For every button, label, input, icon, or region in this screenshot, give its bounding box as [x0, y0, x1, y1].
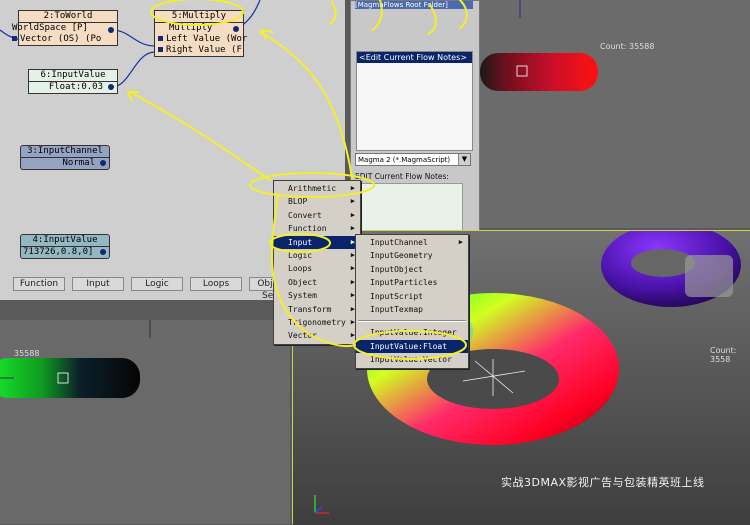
root-folder-item[interactable]: [MagmaFlows Root Folder] [355, 1, 473, 9]
menu-item-object[interactable]: Object ▶ [274, 276, 360, 289]
menu-item-label: InputChannel [370, 238, 428, 247]
viewport-left[interactable]: 35588 [0, 320, 290, 524]
notes-label: EDIT Current Flow Notes: [355, 172, 449, 181]
node-context-menu: Arithmetic ▶ BLOP ▶ Convert ▶ Function ▶ Inp… [273, 180, 361, 345]
menu-item-label: BLOP [288, 197, 308, 207]
submenu-item-inputobject[interactable]: InputObject [356, 263, 468, 276]
node-row: Right Value (F [166, 45, 242, 55]
menu-item-function[interactable]: Function ▶ [274, 222, 360, 235]
input-submenu: InputChannel ▶ InputGeometry InputObject … [355, 234, 469, 369]
node-title: 4:InputValue [21, 235, 109, 247]
menu-item-label: Input [288, 237, 313, 247]
node-toworld[interactable]: 2:ToWorld WorldSpace [P] Vector (OS) (Po [12, 10, 118, 46]
menu-item-label: Loops [288, 264, 313, 274]
output-socket[interactable] [100, 249, 106, 255]
menu-item-label: Trigonometry [288, 317, 346, 327]
menu-separator [358, 320, 466, 323]
menu-item-label: Transform [288, 304, 332, 314]
node-value: 713726,0.8,0] [23, 247, 94, 257]
submenu-item-inputchannel[interactable]: InputChannel ▶ [356, 236, 468, 249]
node-title: 6:InputValue [29, 70, 117, 82]
node-row: WorldSpace [P] [12, 23, 88, 33]
node-value: Float:0.03 [48, 82, 103, 92]
menu-item-label: Convert [288, 210, 322, 220]
input-socket[interactable] [158, 47, 163, 52]
tab-loops[interactable]: Loops [190, 277, 242, 291]
node-inputchannel[interactable]: 3:InputChannel Normal [20, 145, 110, 170]
node-title: 5:Multiply [155, 11, 243, 23]
tab-system-partial[interactable]: Se [262, 291, 273, 300]
submenu-item-inputvalue-vector[interactable]: InputValue:Vector [356, 353, 468, 366]
submenu-item-inputgeometry[interactable]: InputGeometry [356, 249, 468, 262]
menu-item-label: Function [288, 224, 327, 234]
node-title: 2:ToWorld [19, 11, 117, 23]
menu-item-convert[interactable]: Convert ▶ [274, 209, 360, 222]
node-row: Multiply [169, 23, 213, 33]
input-socket[interactable] [12, 36, 17, 41]
node-row: Left Value (Wor [166, 34, 248, 44]
menu-item-blop[interactable]: BLOP ▶ [274, 195, 360, 208]
chevron-right-icon: ▶ [350, 210, 355, 219]
menu-item-trigonometry[interactable]: Trigonometry ▶ [274, 316, 360, 329]
submenu-item-inputtexmap[interactable]: InputTexmap [356, 303, 468, 316]
menu-item-label: Arithmetic [288, 184, 337, 193]
output-socket[interactable] [108, 84, 114, 90]
submenu-item-inputvalue-float[interactable]: InputValue:Float [356, 339, 468, 354]
submenu-item-inputparticles[interactable]: InputParticles [356, 276, 468, 289]
node-title: 3:InputChannel [21, 146, 109, 158]
output-socket[interactable] [108, 27, 114, 33]
output-socket[interactable] [100, 160, 106, 166]
menu-item-loops[interactable]: Loops ▶ [274, 262, 360, 275]
menu-item-label: Object [288, 277, 317, 287]
menu-item-transform[interactable]: Transform ▶ [274, 303, 360, 316]
chevron-right-icon: ▶ [350, 184, 355, 192]
menu-item-input[interactable]: Input ▶ [274, 235, 360, 249]
edit-notes-item[interactable]: <Edit Current Flow Notes> [357, 52, 472, 63]
particle-count: 35588 [14, 349, 40, 358]
menu-item-vector[interactable]: Vector ▶ [274, 329, 360, 342]
flow-list[interactable]: <Edit Current Flow Notes> [356, 51, 473, 151]
node-inputvalue-4[interactable]: 4:InputValue 713726,0.8,0] [20, 234, 110, 259]
tab-function[interactable]: Function [13, 277, 65, 291]
input-socket[interactable] [158, 36, 163, 41]
submenu-item-inputvalue-integer[interactable]: InputValue:Integer [356, 326, 468, 339]
script-type-select[interactable]: Magma 2 (*.MagmaScript) ▼ [355, 153, 471, 166]
node-inputvalue-6[interactable]: 6:InputValue Float:0.03 [28, 69, 118, 94]
viewport-top[interactable]: Count: 35588 [480, 0, 750, 228]
tab-input[interactable]: Input [72, 277, 124, 291]
viewport-top-scene [480, 0, 598, 91]
node-row: Vector (OS) (Po [20, 34, 102, 44]
tab-logic[interactable]: Logic [131, 277, 183, 291]
node-multiply[interactable]: 5:Multiply Multiply Left Value (Wor Righ… [154, 10, 248, 57]
viewport-left-scene [0, 320, 151, 398]
output-socket[interactable] [233, 26, 239, 32]
menu-item-arithmetic[interactable]: Arithmetic ▶ [274, 182, 360, 195]
chevron-right-icon: ▶ [458, 238, 463, 246]
menu-item-label: System [288, 291, 317, 301]
chevron-right-icon: ▶ [350, 197, 355, 206]
menu-item-label: Vector [288, 331, 317, 341]
watermark-text: 实战3DMAX影视广告与包装精英班上线 [501, 476, 705, 489]
select-value: Magma 2 (*.MagmaScript) [358, 156, 451, 164]
chevron-down-icon[interactable]: ▼ [458, 154, 470, 165]
particle-count: Count: 35588 [600, 42, 655, 51]
particle-count: Count: 3558 [710, 346, 737, 364]
notes-textarea[interactable] [357, 183, 463, 233]
menu-item-logic[interactable]: Logic ▶ [274, 249, 360, 262]
menu-item-label: Logic [288, 250, 313, 260]
submenu-item-inputscript[interactable]: InputScript [356, 290, 468, 303]
node-value: Normal [62, 158, 95, 168]
menu-item-system[interactable]: System ▶ [274, 289, 360, 302]
